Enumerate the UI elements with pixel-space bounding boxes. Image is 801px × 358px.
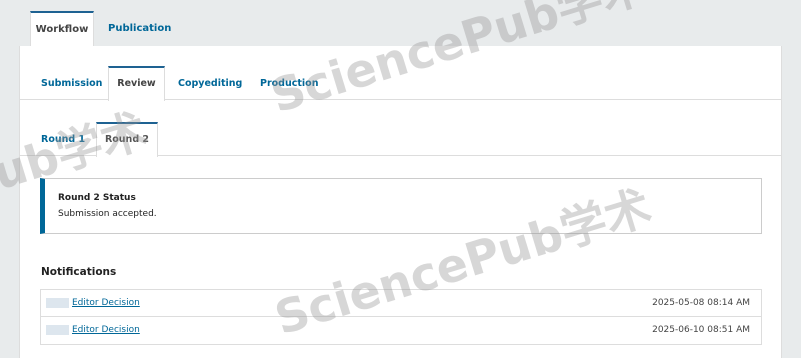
round-status-title: Round 2 Status [58,193,136,203]
stage-tabs: Submission Review Copyediting Production [20,66,781,101]
notifications-heading: Notifications [41,266,117,278]
notification-date: 2025-06-10 08:51 AM [652,325,750,335]
tab-review[interactable]: Review [108,66,165,101]
tab-production[interactable]: Production [260,66,318,100]
top-tabs: Workflow Publication [19,0,782,46]
notification-date: 2025-05-08 08:14 AM [652,298,750,308]
tab-round-2[interactable]: Round 2 [96,122,158,157]
page: Workflow Publication Submission Review C… [0,0,801,358]
list-item: Editor Decision 2025-06-10 08:51 AM [41,317,761,344]
notification-link[interactable]: Editor Decision [72,325,140,335]
notification-link[interactable]: Editor Decision [72,298,140,308]
redacted-text [46,325,69,335]
tab-workflow[interactable]: Workflow [30,11,94,46]
workflow-panel: Submission Review Copyediting Production… [19,46,782,358]
tab-publication[interactable]: Publication [108,11,171,46]
tab-round-1[interactable]: Round 1 [41,122,85,156]
tab-copyediting[interactable]: Copyediting [178,66,242,100]
tab-submission[interactable]: Submission [41,66,102,100]
notifications-list: Editor Decision 2025-05-08 08:14 AM Edit… [40,289,762,345]
round-tabs: Round 1 Round 2 [20,122,781,157]
list-item: Editor Decision 2025-05-08 08:14 AM [41,290,761,317]
round-status-box: Round 2 Status Submission accepted. [40,178,762,234]
round-status-text: Submission accepted. [58,209,157,219]
redacted-text [46,298,69,308]
